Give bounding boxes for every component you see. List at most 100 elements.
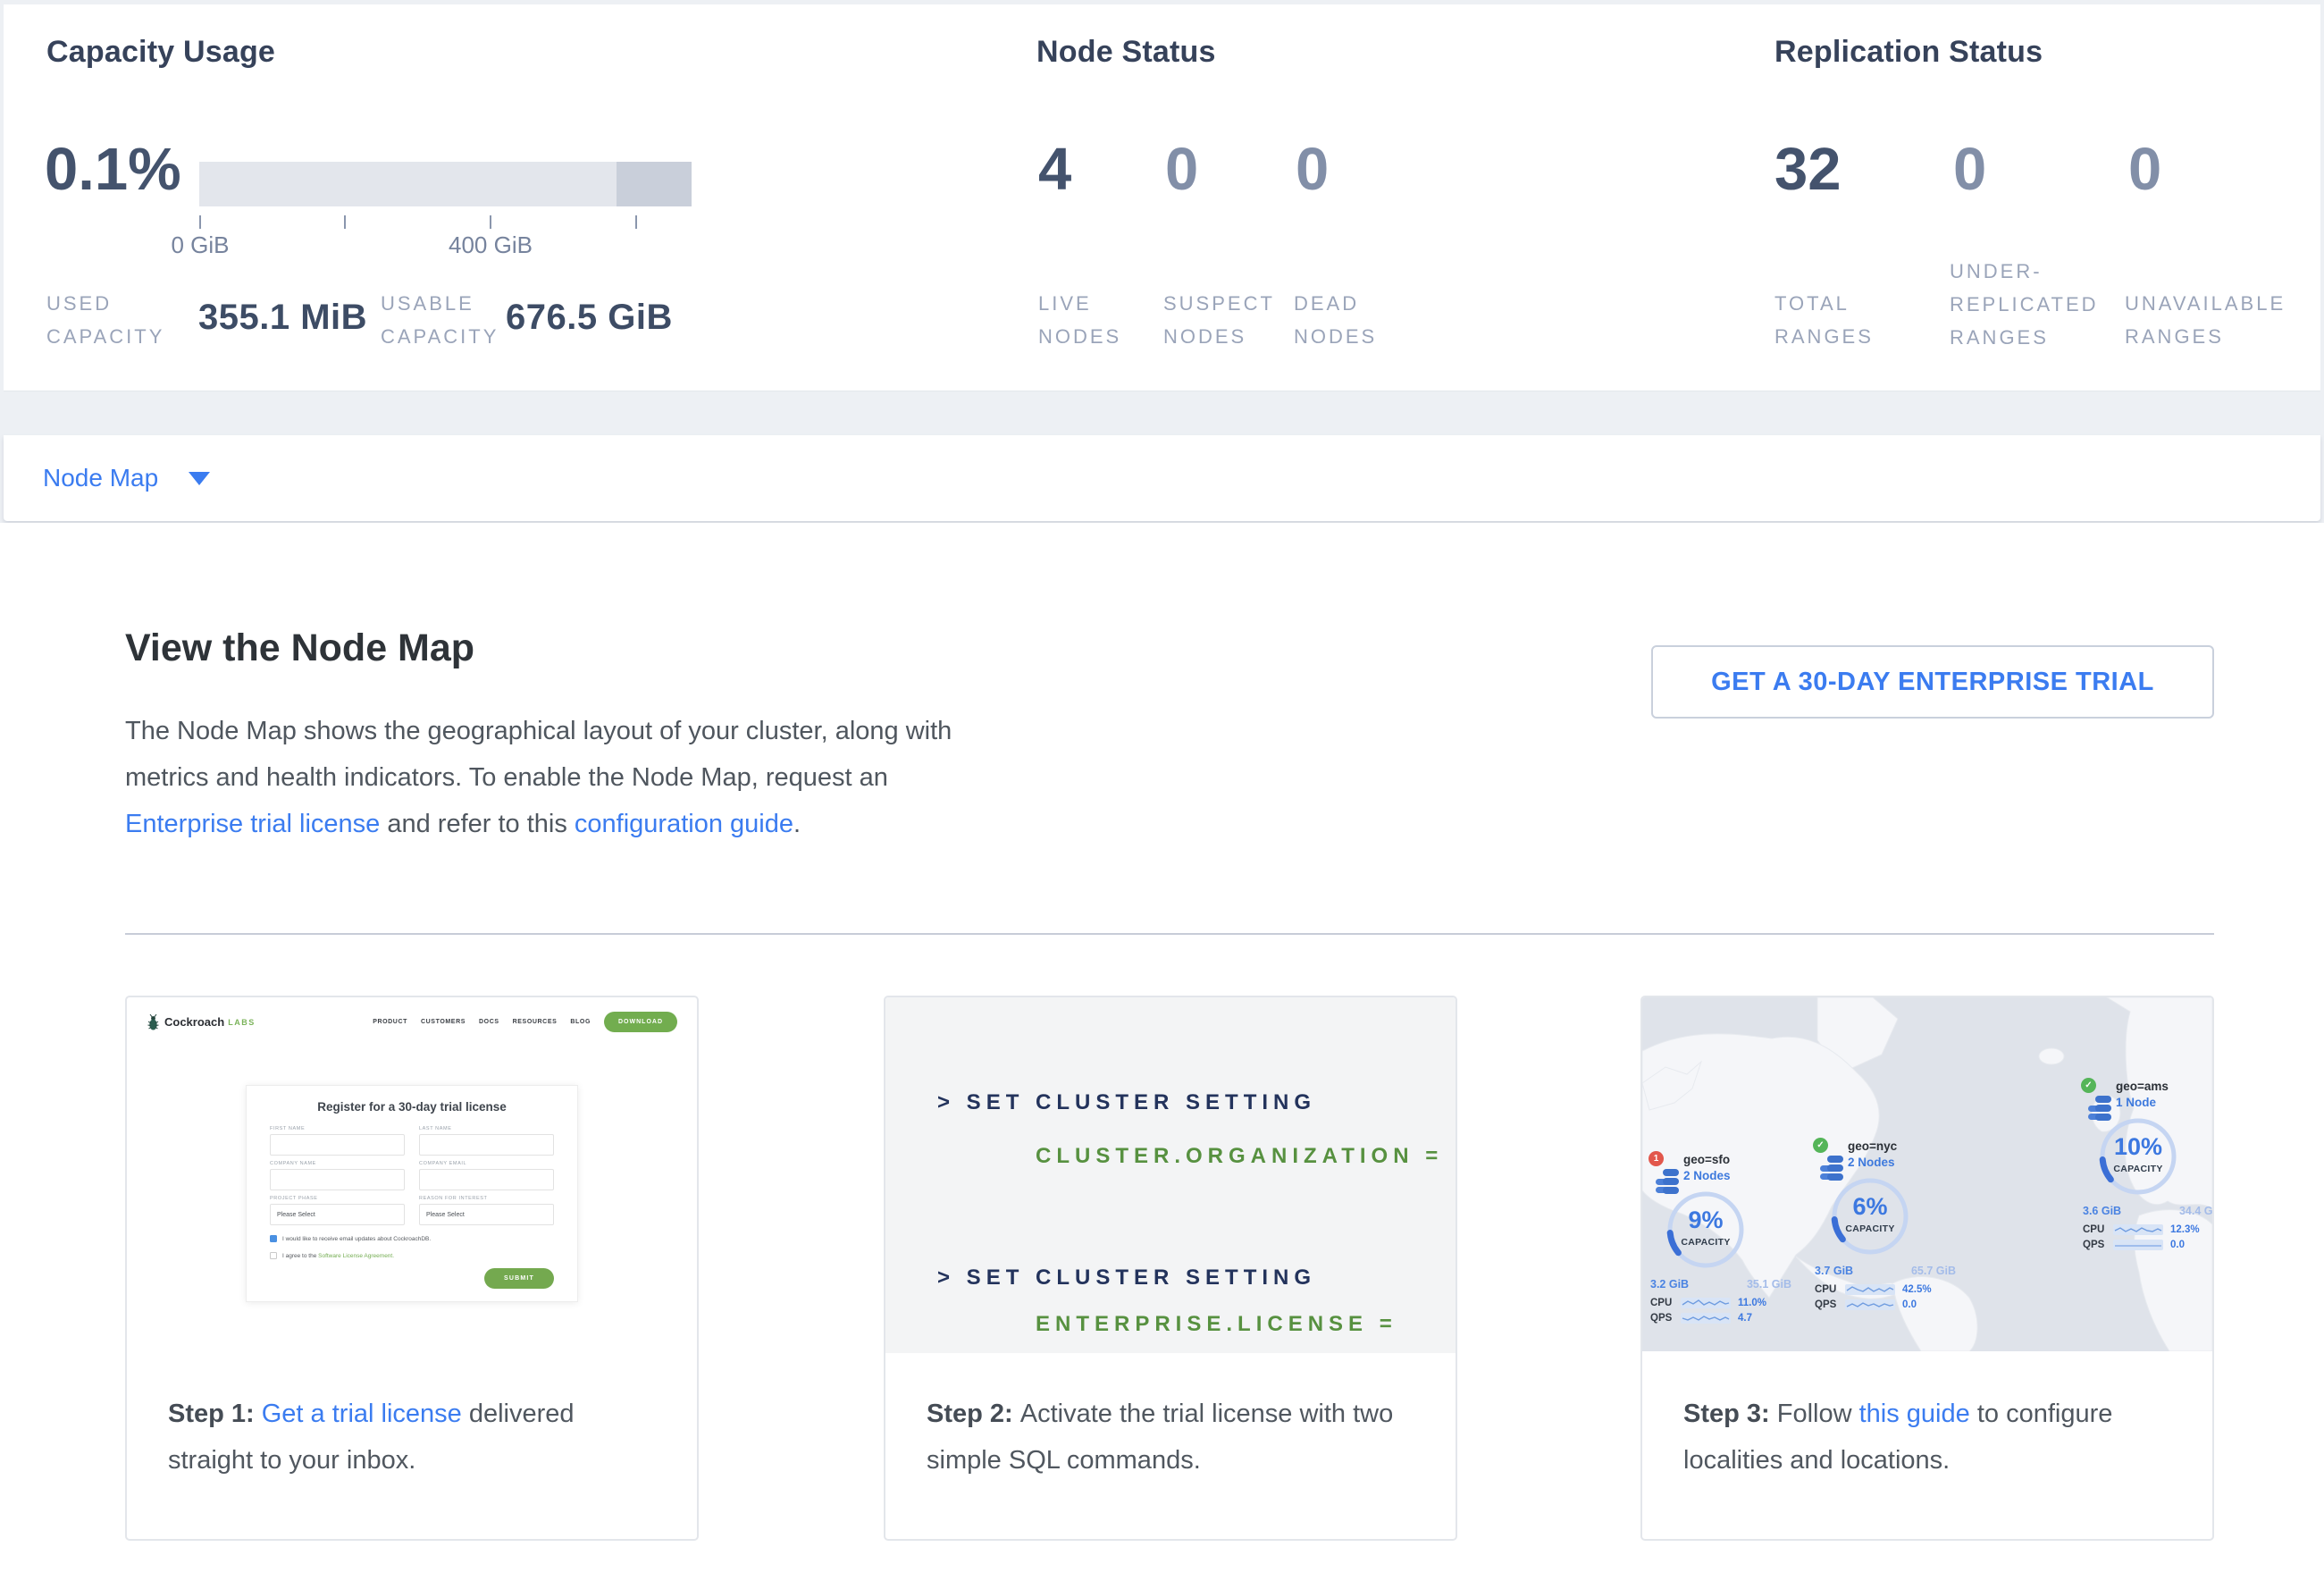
intro-text-middle: and refer to this: [380, 810, 575, 838]
qps-value: 4.7: [1738, 1313, 1752, 1324]
sql-set-cluster-setting-2: > SET CLUSTER SETTING: [937, 1265, 1316, 1291]
step1-caption: Step 1: Get a trial license delivered st…: [127, 1353, 697, 1484]
brand-name: Cockroach: [164, 1015, 224, 1029]
capacity-range: 3.6 GiB 34.4 GiB: [2083, 1205, 2212, 1217]
first-name-label: FIRST NAME: [270, 1126, 405, 1131]
email-updates-checkbox-row: I would like to receive email updates ab…: [270, 1235, 554, 1242]
roach-icon: [147, 1013, 160, 1031]
company-name-label: COMPANY NAME: [270, 1161, 405, 1166]
license-agree-checkbox-row: I agree to the Software License Agreemen…: [270, 1252, 554, 1259]
qps-value: 0.0: [2170, 1240, 2185, 1250]
cpu-value: 11.0%: [1738, 1298, 1766, 1308]
qps-sparkline-icon: [2113, 1240, 2163, 1250]
capacity-percent: 0.1%: [45, 135, 181, 204]
download-pill: DOWNLOAD: [604, 1012, 677, 1032]
agree-text: I agree to the: [282, 1253, 318, 1259]
project-phase-select: Please Select: [270, 1204, 405, 1225]
submit-pill: SUBMIT: [484, 1268, 554, 1289]
cpu-label: CPU: [1650, 1298, 1681, 1308]
checked-checkbox-icon: [270, 1235, 277, 1242]
intro-paragraph: The Node Map shows the geographical layo…: [125, 708, 978, 847]
capacity-axis-tick: [344, 215, 346, 229]
capacity-ring: 9% CAPACITY: [1661, 1185, 1750, 1274]
step2-prefix: Step 2:: [927, 1400, 1020, 1428]
software-license-link: Software License Agreement.: [318, 1253, 394, 1259]
capacity-label: CAPACITY: [1661, 1237, 1750, 1248]
project-phase-field: PROJECT PHASE Please Select: [270, 1190, 405, 1225]
reason-label: REASON FOR INTEREST: [419, 1196, 554, 1201]
map-locality-nyc: ✓ geo=nyc 2 Nodes 6% CAPACITY 3.7 GiB: [1811, 1138, 1963, 1316]
nav-customers: CUSTOMERS: [421, 1019, 466, 1025]
step3-text-before: Follow: [1777, 1400, 1859, 1428]
step3-caption: Step 3: Follow this guide to configure l…: [1642, 1353, 2212, 1484]
last-name-label: LAST NAME: [419, 1126, 554, 1131]
live-nodes-label: LIVE NODES: [1038, 287, 1121, 353]
qps-row: QPS 0.0: [2083, 1240, 2212, 1250]
locality-node-count: 2 Nodes: [1848, 1156, 1895, 1169]
map-locality-ams: ✓ geo=ams 1 Node 10% CAPACITY 3.6 GiB: [2079, 1078, 2212, 1257]
locality-name: geo=nyc: [1848, 1139, 1897, 1153]
used-capacity: 3.7 GiB: [1815, 1265, 1853, 1277]
capacity-range: 3.2 GiB 35.1 GiB: [1650, 1278, 1791, 1291]
suspect-nodes-count: 0: [1165, 135, 1198, 204]
qps-sparkline-icon: [1845, 1299, 1895, 1310]
nav-docs: DOCS: [479, 1019, 499, 1025]
capacity-label: CAPACITY: [2093, 1164, 2183, 1174]
cpu-value: 42.5%: [1902, 1284, 1932, 1295]
license-agree-text: I agree to the Software License Agreemen…: [282, 1253, 394, 1259]
cpu-row: CPU 42.5%: [1815, 1284, 1963, 1295]
cpu-sparkline-icon: [1681, 1298, 1731, 1308]
cpu-label: CPU: [1815, 1284, 1845, 1295]
node-map-preview: 1 geo=sfo 2 Nodes 9% CAPACITY 3.2 GiB: [1642, 997, 2212, 1353]
locality-name: geo=sfo: [1683, 1153, 1730, 1166]
capacity-axis-label-0: 0 GiB: [129, 231, 272, 259]
intro-text-before: The Node Map shows the geographical layo…: [125, 717, 952, 792]
node-status-title: Node Status: [1036, 35, 1216, 70]
step2-caption: Step 2: Activate the trial license with …: [885, 1353, 1456, 1484]
used-capacity: 3.6 GiB: [2083, 1205, 2121, 1217]
used-capacity: 3.2 GiB: [1650, 1278, 1689, 1291]
get-trial-license-link[interactable]: Get a trial license: [262, 1400, 462, 1428]
qps-value: 0.0: [1902, 1299, 1917, 1310]
cpu-sparkline-icon: [1845, 1284, 1895, 1295]
brand-suffix: LABS: [228, 1018, 256, 1027]
cpu-value: 12.3%: [2170, 1224, 2200, 1235]
enterprise-trial-button[interactable]: GET A 30-DAY ENTERPRISE TRIAL: [1651, 645, 2214, 719]
capacity-usage-title: Capacity Usage: [46, 35, 275, 70]
configuration-guide-link[interactable]: configuration guide: [575, 810, 793, 838]
total-capacity: 35.1 GiB: [1747, 1278, 1791, 1291]
registration-screenshot: Cockroach LABS PRODUCT CUSTOMERS DOCS RE…: [127, 997, 697, 1353]
capacity-percent: 6%: [1825, 1193, 1915, 1221]
step3-prefix: Step 3:: [1683, 1400, 1777, 1428]
usable-capacity-label: USABLE CAPACITY: [381, 287, 499, 353]
company-name-input: [270, 1169, 405, 1190]
email-updates-text: I would like to receive email updates ab…: [282, 1236, 431, 1242]
first-name-input: [270, 1134, 405, 1156]
step1-card: Cockroach LABS PRODUCT CUSTOMERS DOCS RE…: [125, 996, 699, 1541]
node-map-view-dropdown[interactable]: Node Map: [43, 435, 210, 521]
total-capacity: 34.4 GiB: [2179, 1205, 2212, 1217]
qps-row: QPS 0.0: [1815, 1299, 1963, 1310]
used-capacity-label: USED CAPACITY: [46, 287, 164, 353]
this-guide-link[interactable]: this guide: [1859, 1400, 1970, 1428]
locality-name: geo=ams: [2116, 1080, 2169, 1093]
step1-prefix: Step 1:: [168, 1400, 262, 1428]
company-email-label: COMPANY EMAIL: [419, 1161, 554, 1166]
sql-enterprise-license: ENTERPRISE.LICENSE =: [1036, 1312, 1397, 1337]
capacity-bar: [199, 162, 692, 206]
form-title: Register for a 30-day trial license: [270, 1100, 554, 1114]
node-map-view-label: Node Map: [43, 464, 158, 492]
sql-set-cluster-setting-1: > SET CLUSTER SETTING: [937, 1090, 1316, 1115]
node-map-promo-section: View the Node Map The Node Map shows the…: [0, 523, 2324, 1589]
last-name-input: [419, 1134, 554, 1156]
ok-badge-icon: ✓: [2081, 1078, 2096, 1093]
qps-row: QPS 4.7: [1650, 1313, 1799, 1324]
page-title: View the Node Map: [125, 626, 474, 670]
view-selector-bar: Node Map: [4, 435, 2320, 521]
nav-blog: BLOG: [570, 1019, 591, 1025]
first-name-field: FIRST NAME: [270, 1121, 405, 1156]
enterprise-trial-license-link[interactable]: Enterprise trial license: [125, 810, 380, 838]
cluster-summary-panel: Capacity Usage 0.1% 0 GiB 400 GiB USED C…: [4, 4, 2320, 391]
capacity-axis-label-400: 400 GiB: [419, 231, 562, 259]
reason-field: REASON FOR INTEREST Please Select: [419, 1190, 554, 1225]
